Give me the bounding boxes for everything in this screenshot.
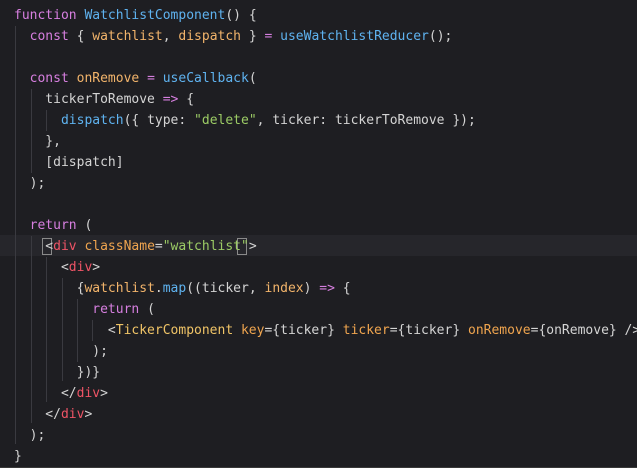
code-token: onRemove xyxy=(468,323,531,338)
code-token: onRemove xyxy=(76,71,140,86)
code-token: ); xyxy=(14,176,46,191)
code-token: => xyxy=(319,281,335,296)
code-token: < xyxy=(14,323,116,338)
code-line: })} xyxy=(14,362,100,383)
code-token: div xyxy=(60,407,85,422)
code-token: </ xyxy=(14,407,61,422)
code-token: const xyxy=(29,71,69,86)
code-token: })} xyxy=(14,365,101,380)
code-line: function WatchlistComponent() { xyxy=(14,5,257,26)
code-line: </div> xyxy=(14,404,92,425)
code-token: [dispatch] xyxy=(14,155,124,170)
code-token: { xyxy=(68,29,93,44)
code-token: TickerComponent xyxy=(115,323,234,338)
code-editor[interactable]: function WatchlistComponent() { const { … xyxy=(0,0,637,468)
code-token: key xyxy=(240,323,265,338)
code-line: const onRemove = useCallback( xyxy=(14,68,257,89)
code-token: className xyxy=(84,239,155,254)
code-line: return ( xyxy=(14,299,155,320)
code-line: <div> xyxy=(14,257,100,278)
code-token: { xyxy=(334,281,351,296)
code-line: return ( xyxy=(14,215,93,236)
code-line: {watchlist.map((ticker, index) => { xyxy=(14,278,351,299)
code-line: }, xyxy=(14,131,61,152)
code-line: tickerToRemove => { xyxy=(14,89,194,110)
code-line: dispatch({ type: "delete", ticker: ticke… xyxy=(14,110,476,131)
code-token: WatchlistComponent xyxy=(84,8,226,23)
code-token: ((ticker, xyxy=(186,281,265,296)
code-token: ({ type: xyxy=(123,113,195,128)
code-token: }, xyxy=(14,134,61,149)
code-token: = xyxy=(147,71,155,86)
code-token: function xyxy=(14,8,85,23)
code-token: () { xyxy=(225,8,257,23)
code-token: { xyxy=(178,92,195,107)
code-token: { xyxy=(14,281,85,296)
code-line: } xyxy=(14,446,22,467)
code-token: < xyxy=(14,239,54,254)
code-token: ); xyxy=(14,344,108,359)
code-token: ) xyxy=(303,281,320,296)
code-token: return xyxy=(29,218,77,233)
code-token: , ticker: tickerToRemove }); xyxy=(256,113,476,128)
code-token: (); xyxy=(428,29,453,44)
code-token: dispatch xyxy=(178,29,242,44)
code-token: } xyxy=(14,449,22,464)
code-token: ( xyxy=(139,302,155,317)
code-token: ={ticker} xyxy=(389,323,468,338)
code-token: ticker xyxy=(342,323,390,338)
code-token: > xyxy=(84,407,93,422)
code-token: > xyxy=(248,239,257,254)
code-token: "watchlist" xyxy=(162,239,249,254)
code-token: > xyxy=(100,386,108,401)
code-line: </div> xyxy=(14,383,108,404)
code-line: ); xyxy=(14,341,108,362)
code-token: div xyxy=(68,260,93,275)
code-token: > xyxy=(92,260,101,275)
code-token: } xyxy=(241,29,265,44)
code-token: watchlist xyxy=(84,281,155,296)
code-line: const { watchlist, dispatch } = useWatch… xyxy=(14,26,453,47)
code-token: ( xyxy=(76,218,93,233)
code-token: < xyxy=(14,260,69,275)
code-token: ={ticker} xyxy=(264,323,343,338)
code-token: return xyxy=(92,302,140,317)
code-token: map xyxy=(162,281,187,296)
code-line: [dispatch] xyxy=(14,152,124,173)
code-token: watchlist xyxy=(92,29,163,44)
code-token: . xyxy=(154,281,163,296)
code-token: => xyxy=(162,92,179,107)
code-token: div xyxy=(53,239,77,254)
code-line: <TickerComponent key={ticker} ticker={ti… xyxy=(14,320,637,341)
code-token: tickerToRemove xyxy=(14,92,163,107)
code-line: ); xyxy=(14,173,46,194)
code-token: </ xyxy=(14,386,77,401)
code-token: = xyxy=(154,239,163,254)
code-token: useCallback xyxy=(162,71,249,86)
code-token: const xyxy=(29,29,69,44)
code-token: ( xyxy=(248,71,257,86)
code-token: useWatchlistReducer xyxy=(280,29,429,44)
code-line: <div className="watchlist"> xyxy=(14,236,257,257)
code-token: ={onRemove} /> xyxy=(530,323,637,338)
code-token: index xyxy=(264,281,304,296)
code-token: , xyxy=(162,29,179,44)
code-token: dispatch xyxy=(60,113,124,128)
code-token: ); xyxy=(14,428,46,443)
code-token: div xyxy=(76,386,101,401)
code-token: "delete" xyxy=(194,113,257,128)
code-line: ); xyxy=(14,425,46,446)
